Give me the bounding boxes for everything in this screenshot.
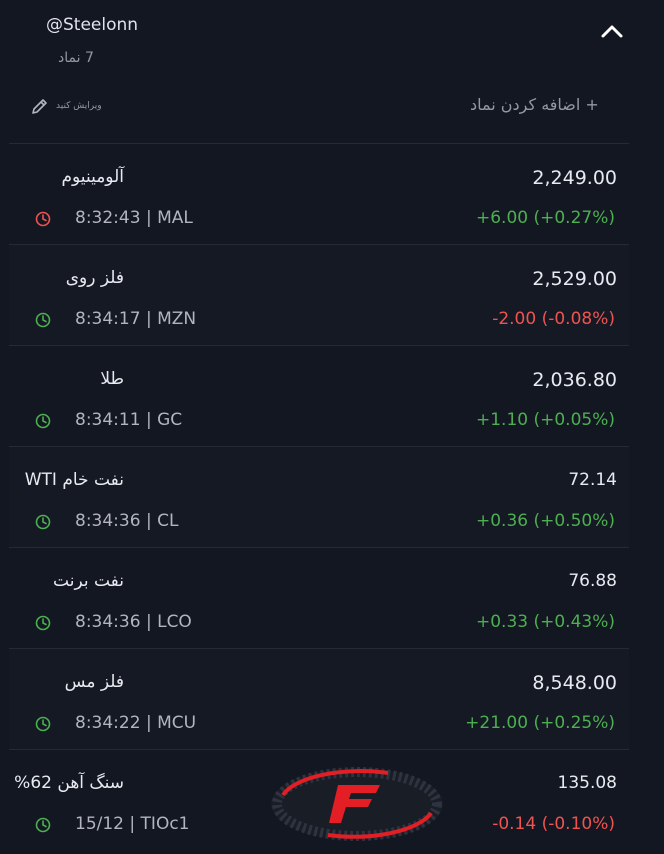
symbol-ticker: MZN [157,309,197,329]
add-symbol-button[interactable]: + اضافه کردن نماد [470,95,599,114]
symbol-time: 8:32:43 [75,208,141,228]
edit-button[interactable]: ویرایش کنید [30,96,102,116]
symbol-list: آلومینیوم 2,249.00 8:32:43 | MAL +6.00 (+0.… [9,143,629,850]
symbol-time: 8:34:17 [75,309,141,329]
symbol-change: +0.36 (+0.50%) [475,511,615,531]
symbol-name: آلومینیوم [61,167,125,187]
symbol-time-ticker: 15/12 | TIOc1 [75,814,190,834]
symbol-ticker: CL [157,511,179,531]
symbol-price: 2,036.80 [532,369,617,391]
symbol-time-ticker: 8:34:36 | LCO [75,612,192,632]
symbol-ticker: MAL [157,208,193,228]
symbol-change: +6.00 (+0.27%) [475,208,615,228]
symbol-name: سنگ آهن 62% [14,773,124,793]
symbol-ticker: TIOc1 [140,814,190,834]
symbol-row[interactable]: نفت خام WTI 72.14 8:34:36 | CL +0.36 (+0.50… [9,446,629,547]
symbol-time: 8:34:22 [75,713,141,733]
symbol-count: 7 نماد [58,50,94,66]
clock-icon [35,514,51,530]
symbol-change: +21.00 (+0.25%) [465,713,615,733]
symbol-price: 76.88 [568,571,617,591]
symbol-price: 8,548.00 [532,672,617,694]
symbol-name: فلز روی [65,268,124,288]
clock-icon [35,716,51,732]
symbol-time-ticker: 8:34:11 | GC [75,410,183,430]
symbol-name: طلا [100,369,124,389]
symbol-change: -0.14 (-0.10%) [492,814,615,834]
symbol-price: 135.08 [557,773,617,793]
symbol-row[interactable]: فلز مس 8,548.00 8:34:22 | MCU +21.00 (+0.25… [9,648,629,749]
symbol-change: -2.00 (-0.08%) [492,309,615,329]
symbol-time: 8:34:36 [75,612,141,632]
symbol-change: +1.10 (+0.05%) [475,410,615,430]
brand-logo-watermark [271,767,443,841]
symbol-price: 2,529.00 [532,268,617,290]
symbol-time-ticker: 8:34:36 | CL [75,511,179,531]
watchlist-username: @Steelonn [46,15,139,35]
clock-icon [35,615,51,631]
symbol-name: نفت خام WTI [24,470,124,490]
symbol-change: +0.33 (+0.43%) [475,612,615,632]
symbol-time-ticker: 8:32:43 | MAL [75,208,193,228]
symbol-time: 15/12 [75,814,124,834]
clock-icon [35,211,51,227]
symbol-ticker: MCU [157,713,197,733]
symbol-name: نفت برنت [53,571,124,591]
symbol-row[interactable]: فلز روی 2,529.00 8:34:17 | MZN -2.00 (-0.08… [9,244,629,345]
pencil-icon [32,99,47,114]
chevron-up-icon[interactable] [598,20,626,42]
edit-label: ویرایش کنید [56,101,102,111]
symbol-price: 2,249.00 [532,167,617,189]
symbol-row[interactable]: طلا 2,036.80 8:34:11 | GC +1.10 (+0.05%) [9,345,629,446]
symbol-time: 8:34:11 [75,410,141,430]
symbol-row[interactable]: آلومینیوم 2,249.00 8:32:43 | MAL +6.00 (+0.… [9,143,629,244]
symbol-time-ticker: 8:34:17 | MZN [75,309,197,329]
clock-icon [35,312,51,328]
symbol-row[interactable]: نفت برنت 76.88 8:34:36 | LCO +0.33 (+0.43%) [9,547,629,648]
symbol-price: 72.14 [568,470,617,490]
clock-icon [35,817,51,833]
watchlist-header: @Steelonn 7 نماد ویرایش کنید + اضافه کرد… [0,0,664,143]
symbol-ticker: LCO [157,612,192,632]
symbol-time-ticker: 8:34:22 | MCU [75,713,197,733]
symbol-name: فلز مس [64,672,124,692]
clock-icon [35,413,51,429]
symbol-time: 8:34:36 [75,511,141,531]
symbol-ticker: GC [157,410,183,430]
